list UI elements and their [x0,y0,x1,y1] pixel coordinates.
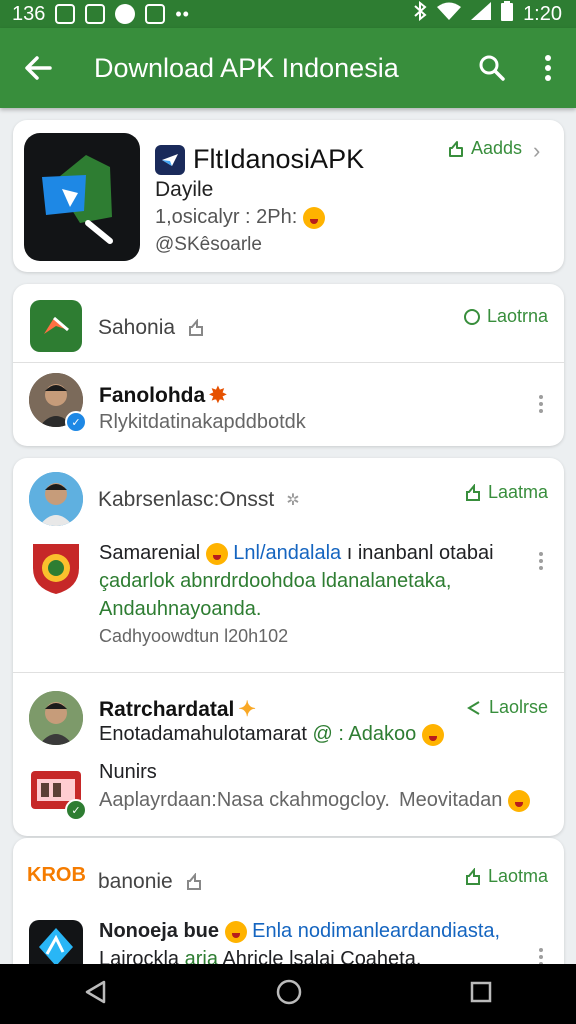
emoji-icon [302,206,325,229]
feed-card[interactable]: KROB banonie Laotma ✓ Nonoeja bue Enla n… [13,838,564,964]
share-icon [467,700,480,715]
post-author: Ratrchardatal ✦ [99,697,256,722]
channel-label: banonie [98,870,203,894]
status-bar: 136 •• 1:20 [0,0,576,28]
post-text-line-1: Enotadamahulotamarat @ : Adakoo [99,723,444,746]
post-header-label: Kabrsenlasc:Onsst ✲ [98,488,300,511]
feed-card[interactable]: Sahonia Laotrna ✓ Fanolohda ✸ Rlykitdati… [13,284,564,446]
add-button-label: Aadds [471,138,523,158]
badge-icon: ✸ [209,384,227,407]
app-bar: Download APK Indonesia [0,28,576,108]
card-action-label: Laotrna [486,306,548,326]
app-logo-icon [155,144,185,175]
badge-icon: ✓ [65,799,87,821]
post-text-line-2: Nunirs [99,761,157,783]
search-icon [479,55,505,81]
avatar[interactable] [29,472,83,526]
card-action-label: Laolrse [488,697,548,717]
app-title-row: FltIdanosiAPK [155,144,364,175]
post-author: Fanolohda ✸ [99,383,227,408]
card-header: KROB banonie Laotma [13,838,564,916]
share-icon [465,867,480,885]
share-icon [465,483,480,501]
home-circle-icon [276,979,302,1004]
emoji-icon [421,723,444,746]
more-notifications-icon: •• [175,3,190,24]
more-vert-icon[interactable] [537,948,545,964]
featured-app-card[interactable]: FltIdanosiAPK Dayile 1,osicalyr : 2Ph: @… [13,120,564,272]
back-triangle-icon [85,980,106,1003]
brand-logo: KROB [27,864,86,886]
chevron-right-icon[interactable]: › [533,138,540,164]
card-action-button[interactable]: Laotrna [463,306,548,327]
battery-icon [501,1,514,27]
status-text: 136 [12,2,46,25]
recents-square-icon [470,981,492,1002]
app-name: FltIdanosiAPK [193,144,365,174]
share-icon [189,319,204,336]
emoji-icon [224,920,247,943]
share-icon [449,140,463,157]
more-vert-icon[interactable] [537,552,545,570]
post-text: Rlykitdatinakapddbotdk [99,411,306,433]
post-row[interactable]: ✓ Nonoeja bue Enla nodimanleardandiasta,… [13,916,564,964]
search-button[interactable] [464,28,520,108]
feed-card[interactable]: Kabrsenlasc:Onsst ✲ Laatma Samarenial Ln… [13,458,564,836]
post-row[interactable]: Kabrsenlasc:Onsst ✲ Laatma Samarenial Ln… [13,458,564,672]
card-action-button[interactable]: Laolrse [465,697,548,718]
post-text-line-3b: Meovitadan [399,789,530,812]
signal-icon [471,2,492,26]
channel-label: Sahonia [98,316,205,340]
qr-icon [85,4,106,24]
avatar[interactable] [29,691,83,745]
post-row[interactable]: Ratrchardatal ✦ Laolrse Enotadamahulotam… [13,673,564,836]
post-text-line-1: Samarenial Lnl/andalala ı inanbanl otaba… [99,542,494,565]
status-time: 1:20 [523,2,562,25]
refresh-icon [463,308,480,325]
post-text-line-2: Lairockla arja Ahricle lsalai Coaheta. [99,948,422,964]
card-action-label: Laatma [487,482,548,502]
post-text-line-3: Andauhnayoanda. [99,598,262,620]
more-vert-icon [545,55,551,81]
post-row[interactable]: ✓ Fanolohda ✸ Rlykitdatinakapddbotdk [13,363,564,446]
sparkle-icon: ✦ [238,698,256,721]
app-icon [29,920,83,964]
sparkle-icon: ✲ [286,492,300,509]
emoji-icon [507,789,530,812]
add-button[interactable]: Aadds [447,138,522,159]
back-button[interactable] [0,28,76,108]
app-meta: 1,osicalyr : 2Ph: [155,206,325,229]
notification-icon [55,4,76,24]
bluetooth-icon [413,0,427,27]
record-icon [115,4,136,24]
nav-back-button[interactable] [84,980,108,1009]
app-developer: Dayile [155,178,214,201]
card-header: Sahonia Laotrna [13,284,564,362]
system-nav-bar [0,964,576,1024]
card-action-button[interactable]: Laatma [464,482,548,503]
post-footer: Cadhyoowdtun l20h102 [99,626,289,646]
nav-home-button[interactable] [276,979,302,1010]
share-icon [186,873,201,890]
message-icon [145,4,166,24]
page-title: Download APK Indonesia [94,52,399,83]
emoji-icon [205,542,228,565]
app-publisher: @SKêsoarle [155,234,262,255]
card-action-button[interactable]: Laotma [464,866,548,887]
nav-recents-button[interactable] [470,981,492,1008]
overflow-menu-button[interactable] [520,28,576,108]
more-vert-icon[interactable] [537,395,545,413]
shield-logo-icon [29,538,83,596]
post-text-line-1: Nonoeja bue Enla nodimanleardandiasta, [99,920,501,943]
card-action-label: Laotma [487,866,548,886]
channel-icon [30,300,82,352]
wifi-icon [437,2,462,26]
feed[interactable]: FltIdanosiAPK Dayile 1,osicalyr : 2Ph: @… [0,108,576,964]
post-text-line-2: çadarlok abnrdrdoohdoa ldanalanetaka, [99,570,452,592]
post-text-line-3: Aaplayrdaan:Nasa ckahmogcloy. [99,789,390,811]
app-icon [24,133,140,261]
verified-icon: ✓ [65,411,87,433]
arrow-back-icon [25,56,52,80]
